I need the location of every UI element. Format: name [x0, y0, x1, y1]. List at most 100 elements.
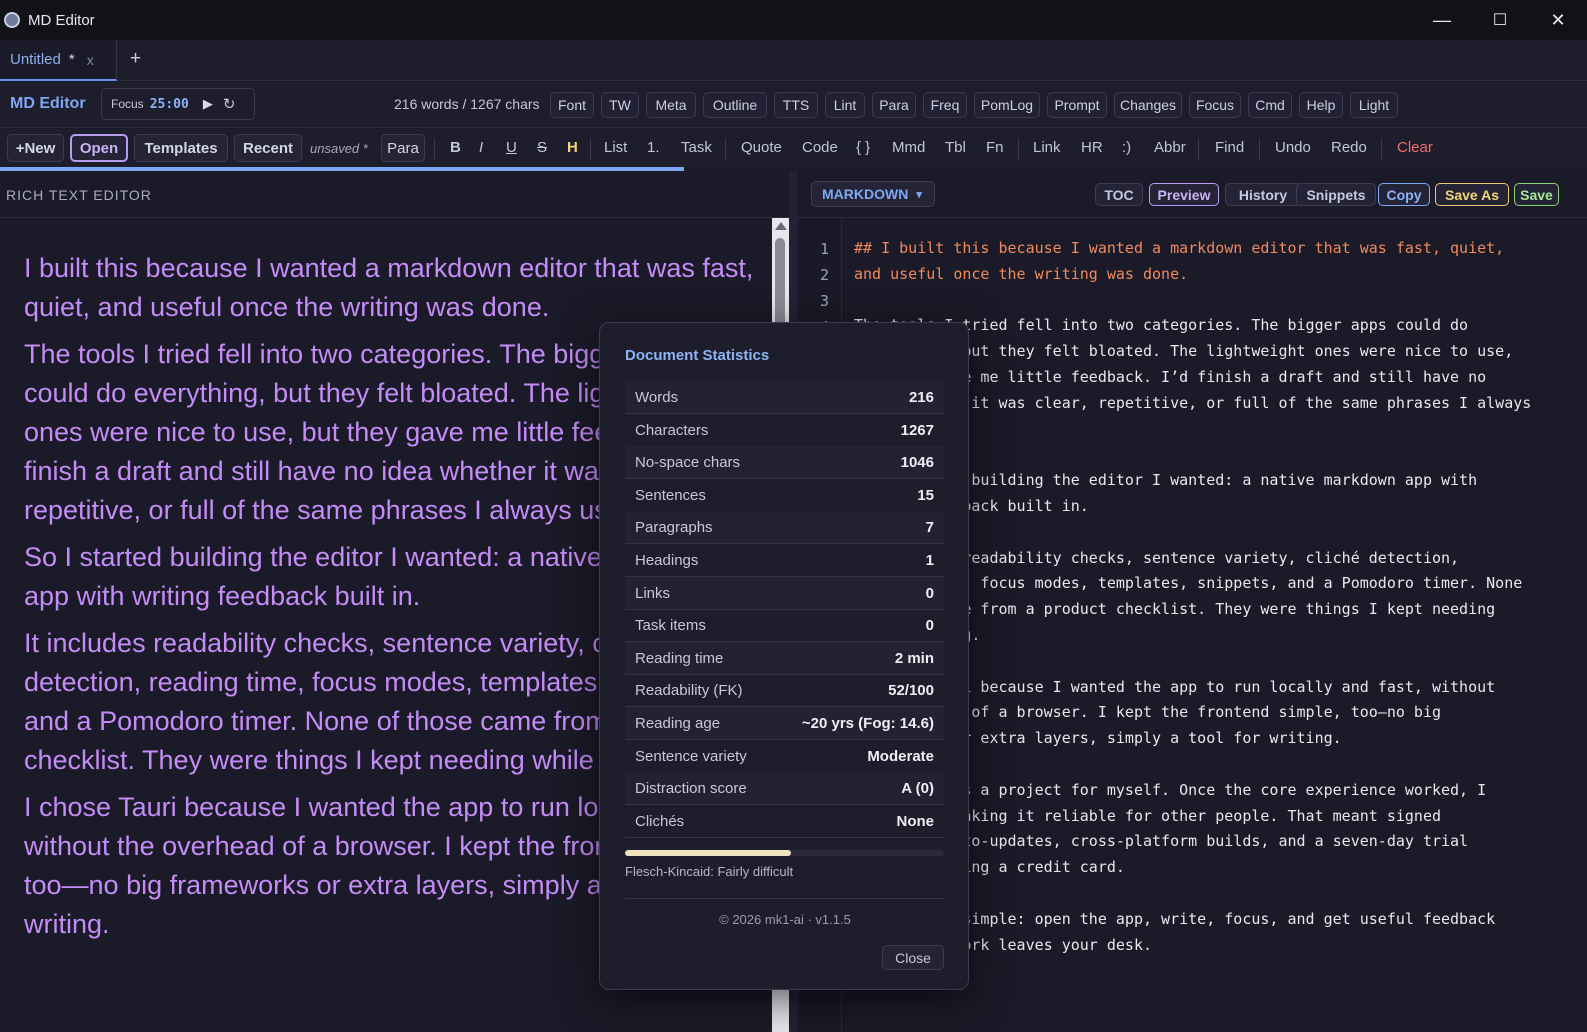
undo-button[interactable]: Undo [1275, 139, 1311, 156]
tab-bar: Untitled * x + [0, 40, 1587, 81]
clear-button[interactable]: Clear [1397, 139, 1433, 156]
code-button[interactable]: Code [802, 139, 838, 156]
templates-button[interactable]: Templates [134, 134, 228, 162]
tts-button[interactable]: TTS [774, 92, 818, 118]
toc-button[interactable]: TOC [1095, 183, 1143, 206]
stat-row: Reading time 2 min [625, 641, 944, 675]
stat-label: Task items [635, 617, 706, 635]
meta-button[interactable]: Meta [646, 92, 696, 118]
history-button[interactable]: History [1225, 183, 1301, 206]
dialog-divider [625, 898, 944, 899]
footnote-button[interactable]: Fn [986, 139, 1004, 156]
stat-row: Headings 1 [625, 544, 944, 577]
bullet-list-button[interactable]: List [604, 139, 627, 156]
line-number: 3 [819, 292, 829, 310]
stat-label: Reading age [635, 715, 721, 732]
save-button[interactable]: Save [1514, 183, 1559, 206]
code-block-button[interactable]: { } [856, 139, 870, 156]
stat-row: Links 0 [625, 576, 944, 610]
link-button[interactable]: Link [1033, 139, 1061, 156]
tw-button[interactable]: TW [601, 92, 639, 118]
stat-value: 1046 [900, 454, 934, 472]
document-statistics-dialog: Document Statistics Words 216 Characters 12… [599, 322, 969, 990]
focus-timer-label: Focus [111, 97, 144, 111]
para-button[interactable]: Para [872, 92, 916, 118]
find-button[interactable]: Find [1215, 139, 1244, 156]
abbreviation-button[interactable]: Abbr [1154, 139, 1186, 156]
close-button[interactable]: Close [882, 945, 944, 970]
scroll-up-icon[interactable] [775, 222, 787, 230]
task-list-button[interactable]: Task [681, 139, 712, 156]
maximize-icon[interactable]: ☐ [1471, 0, 1529, 40]
readability-bar [625, 850, 944, 856]
prompt-button[interactable]: Prompt [1047, 92, 1107, 118]
open-button[interactable]: Open [70, 134, 128, 162]
recent-button[interactable]: Recent [234, 134, 302, 162]
mermaid-button[interactable]: Mmd [892, 139, 925, 156]
focus-button[interactable]: Focus [1189, 92, 1241, 118]
quote-button[interactable]: Quote [741, 139, 782, 156]
minimize-icon[interactable]: — [1413, 0, 1471, 40]
help-button[interactable]: Help [1299, 92, 1343, 118]
stat-row: Reading age ~20 yrs (Fog: 14.6) [625, 707, 944, 740]
code-line[interactable] [854, 288, 1584, 314]
paragraph-style-select[interactable]: Para [381, 134, 425, 162]
preview-button[interactable]: Preview [1149, 183, 1219, 206]
new-tab-button[interactable]: + [130, 48, 141, 70]
stat-row: Clichés None [625, 805, 944, 838]
readability-caption: Flesch-Kincaid: Fairly difficult [625, 864, 794, 879]
paragraph[interactable]: I built this because I wanted a markdown… [24, 249, 764, 327]
font-button[interactable]: Font [550, 92, 594, 118]
stat-label: Links [635, 584, 671, 602]
unsaved-indicator: unsaved * [310, 141, 368, 156]
stat-value: ~20 yrs (Fog: 14.6) [801, 715, 934, 732]
scrollbar-thumb[interactable] [775, 238, 785, 328]
stat-value: None [896, 812, 935, 830]
toolbar-divider [1198, 138, 1199, 160]
light-theme-button[interactable]: Light [1350, 92, 1398, 118]
new-button[interactable]: +New [7, 134, 64, 162]
play-icon[interactable]: ▶ [203, 96, 213, 112]
code-line-heading[interactable]: and useful once the writing was done. [854, 262, 1584, 288]
bold-button[interactable]: B [450, 139, 461, 156]
rich-text-header-label: RICH TEXT EDITOR [6, 187, 152, 203]
table-button[interactable]: Tbl [945, 139, 966, 156]
reset-icon[interactable]: ↻ [223, 95, 236, 113]
strikethrough-button[interactable]: S [537, 139, 547, 156]
numbered-list-button[interactable]: 1. [647, 139, 660, 156]
stat-value: Moderate [867, 747, 934, 765]
editor-mode-select[interactable]: MARKDOWN ▾ [811, 181, 935, 207]
pomlog-button[interactable]: PomLog [974, 92, 1040, 118]
stat-label: Distraction score [635, 780, 747, 798]
save-as-button[interactable]: Save As [1435, 183, 1509, 206]
underline-button[interactable]: U [506, 139, 517, 156]
highlight-button[interactable]: H [567, 139, 578, 156]
format-toolbar: +New Open Templates Recent unsaved * Par… [0, 129, 1587, 167]
stat-row: Task items 0 [625, 609, 944, 643]
changes-button[interactable]: Changes [1114, 92, 1182, 118]
italic-button[interactable]: I [479, 139, 483, 156]
stat-value: 7 [925, 519, 934, 537]
code-line-heading[interactable]: ## I built this because I wanted a markd… [854, 236, 1584, 262]
stat-label: Readability (FK) [635, 682, 743, 700]
tab-untitled[interactable]: Untitled * x [0, 40, 117, 81]
tab-close-icon[interactable]: x [87, 52, 94, 68]
stat-row: Readability (FK) 52/100 [625, 674, 944, 708]
stat-value: 216 [908, 389, 934, 406]
stat-value: 52/100 [888, 682, 934, 700]
outline-button[interactable]: Outline [703, 92, 767, 118]
lint-button[interactable]: Lint [825, 92, 865, 118]
horizontal-rule-button[interactable]: HR [1081, 139, 1103, 156]
emoji-button[interactable]: :) [1122, 139, 1131, 156]
copy-button[interactable]: Copy [1378, 183, 1430, 206]
focus-timer-value: 25:00 [149, 96, 189, 112]
freq-button[interactable]: Freq [923, 92, 967, 118]
stat-row: Distraction score A (0) [625, 772, 944, 806]
toolbar-divider [590, 138, 591, 160]
snippets-button[interactable]: Snippets [1296, 183, 1376, 206]
toolbar-divider [1018, 138, 1019, 160]
close-icon[interactable]: ✕ [1529, 0, 1587, 40]
stat-row: Sentence variety Moderate [625, 740, 944, 773]
redo-button[interactable]: Redo [1331, 139, 1367, 156]
cmd-button[interactable]: Cmd [1248, 92, 1292, 118]
